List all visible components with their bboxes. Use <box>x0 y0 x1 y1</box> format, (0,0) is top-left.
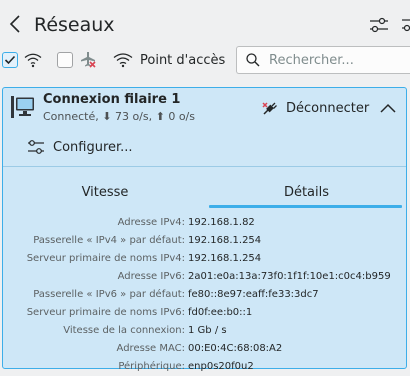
disconnect-icon <box>262 102 277 115</box>
header: Réseaux <box>0 0 410 44</box>
detail-label: Adresse IPv6: <box>117 271 185 282</box>
search-input[interactable] <box>267 51 410 69</box>
configure-label: Configurer... <box>53 139 133 155</box>
detail-row: Passerelle « IPv4 » par défaut: 192.168.… <box>3 232 406 250</box>
detail-value: 00:E0:4C:68:08:A2 <box>188 343 283 354</box>
detail-row: Serveur primaire de noms IPv6: fd0f:ee:b… <box>3 304 406 322</box>
toolbar: Point d'accès <box>0 44 410 76</box>
hotspot-label: Point d'accès <box>140 52 226 68</box>
configure-icon <box>28 140 44 154</box>
detail-value: fe80::8e97:eaff:fe33:3dc7 <box>188 289 319 300</box>
detail-value: fd0f:ee:b0::1 <box>188 307 253 318</box>
detail-row: Adresse IPv6: 2a01:e0a:13a:73f0:1f1f:10e… <box>3 268 406 286</box>
overflow-menu-icon[interactable] <box>398 14 410 36</box>
chevron-up-icon <box>380 103 396 113</box>
search-field[interactable] <box>236 46 410 74</box>
airplane-mode-icon <box>77 49 99 71</box>
detail-row: Passerelle « IPv6 » par défaut: fe80::8e… <box>3 286 406 304</box>
configure-button[interactable]: Configurer... <box>27 135 133 159</box>
wifi-enable-checkbox[interactable] <box>2 52 18 68</box>
collapse-button[interactable] <box>377 97 399 119</box>
detail-value: enp0s20f0u2 <box>188 361 254 372</box>
chevron-left-icon <box>9 15 20 33</box>
divider <box>3 166 406 167</box>
detail-value: 192.168.1.254 <box>188 253 262 264</box>
settings-button[interactable] <box>366 14 392 36</box>
detail-label: Serveur primaire de noms IPv4: <box>26 253 185 264</box>
disconnect-label: Déconnecter <box>286 100 370 116</box>
detail-label: Vitesse de la connexion: <box>63 325 185 336</box>
connection-status: Connecté, ⬇ 73 o/s, ⬆ 0 o/s <box>43 110 195 123</box>
wifi-icon <box>22 49 44 71</box>
detail-label: Passerelle « IPv4 » par défaut: <box>33 235 185 246</box>
connection-name: Connexion filaire 1 <box>43 92 181 107</box>
page-title: Réseaux <box>34 14 115 36</box>
detail-row: Périphérique: enp0s20f0u2 <box>3 358 406 376</box>
connection-item[interactable]: Connexion filaire 1 Connecté, ⬇ 73 o/s, … <box>2 87 407 372</box>
configure-icon <box>370 17 388 33</box>
search-icon <box>246 53 260 67</box>
detail-label: Passerelle « IPv6 » par défaut: <box>33 289 185 300</box>
detail-value: 192.168.1.254 <box>188 235 262 246</box>
active-tab-indicator <box>209 205 402 208</box>
detail-label: Adresse MAC: <box>116 343 185 354</box>
detail-row: Serveur primaire de noms IPv4: 192.168.1… <box>3 250 406 268</box>
wired-connection-icon <box>10 95 36 119</box>
detail-label: Serveur primaire de noms IPv6: <box>26 307 185 318</box>
detail-label: Adresse IPv4: <box>117 217 185 228</box>
detail-row: Adresse IPv4: 192.168.1.82 <box>3 214 406 232</box>
detail-value: 1 Gb / s <box>188 325 227 336</box>
tab-bar: Vitesse Détails <box>3 174 406 210</box>
tab-speed[interactable]: Vitesse <box>3 174 207 210</box>
checkmark-icon <box>4 55 16 65</box>
detail-label: Périphérique: <box>118 361 185 372</box>
detail-row: Adresse MAC: 00:E0:4C:68:08:A2 <box>3 340 406 358</box>
airplane-mode-checkbox[interactable] <box>57 52 73 68</box>
detail-row: Vitesse de la connexion: 1 Gb / s <box>3 322 406 340</box>
detail-value: 192.168.1.82 <box>188 217 255 228</box>
hotspot-icon <box>113 53 133 68</box>
disconnect-button[interactable]: Déconnecter <box>261 98 369 118</box>
detail-value: 2a01:e0a:13a:73f0:1f1f:10e1:c0c4:b959 <box>188 271 391 282</box>
hotspot-button[interactable]: Point d'accès <box>112 47 225 73</box>
back-button[interactable] <box>4 11 26 37</box>
details-list: Adresse IPv4: 192.168.1.82 Passerelle « … <box>3 214 406 376</box>
